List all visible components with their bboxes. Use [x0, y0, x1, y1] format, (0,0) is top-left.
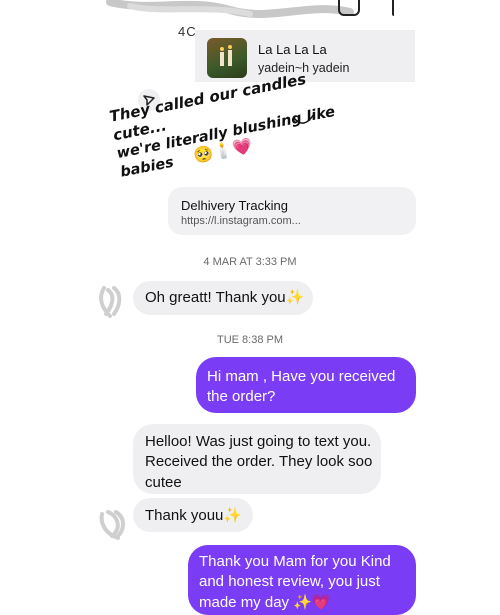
outgoing-message[interactable]: Hi mam , Have you received the order? — [196, 357, 416, 413]
song-title: La La La La — [258, 42, 327, 57]
message-text: Oh greatt! Thank you✨ — [145, 289, 305, 306]
album-art — [207, 38, 247, 78]
outgoing-message[interactable]: Thank you Mam for you Kind and honest re… — [188, 545, 416, 615]
link-title: Delhivery Tracking — [181, 198, 288, 213]
square-icon[interactable] — [338, 0, 360, 16]
send-icon[interactable] — [392, 0, 414, 16]
message-text: Hi mam , Have you received the order? — [207, 368, 396, 406]
avatar — [99, 286, 122, 318]
timestamp: TUE 8:38 PM — [216, 334, 284, 346]
smile-swoosh — [293, 113, 315, 124]
incoming-message[interactable]: Helloo! Was just going to text you. Rece… — [133, 424, 381, 494]
timestamp: 4 MAR AT 3:33 PM — [203, 256, 297, 268]
top-scribble — [106, 0, 354, 18]
avatar — [99, 510, 125, 540]
link-url: https://l.instagram.com... — [181, 215, 301, 227]
message-text: Thank youu✨ — [145, 507, 243, 524]
candle-icon — [220, 45, 232, 66]
message-text: Thank you Mam for you Kind and honest re… — [199, 553, 391, 611]
incoming-message[interactable]: Thank youu✨ — [133, 498, 253, 532]
incoming-message[interactable]: Oh greatt! Thank you✨ — [133, 281, 313, 315]
message-text: Helloo! Was just going to text you. Rece… — [145, 433, 373, 491]
